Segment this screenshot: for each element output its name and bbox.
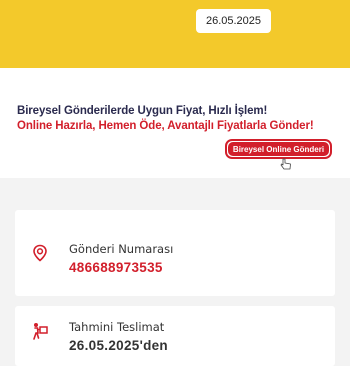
online-shipment-button[interactable]: Bireysel Online Gönderi <box>225 139 332 159</box>
promo-subtitle: Online Hazırla, Hemen Öde, Avantajlı Fiy… <box>17 120 314 132</box>
shipment-number-card <box>15 210 335 296</box>
online-shipment-button-label: Bireysel Online Gönderi <box>228 142 329 156</box>
promo-panel: Bireysel Gönderilerde Uygun Fiyat, Hızlı… <box>0 68 350 178</box>
courier-icon <box>33 323 48 340</box>
promo-title: Bireysel Gönderilerde Uygun Fiyat, Hızlı… <box>17 105 268 117</box>
location-pin-icon <box>33 244 47 262</box>
estimated-delivery-card <box>15 306 335 366</box>
estimated-delivery-value: 26.05.2025'den <box>69 338 168 353</box>
hand-pointer-icon <box>280 158 291 170</box>
shipment-number-value: 486688973535 <box>69 260 163 275</box>
estimated-delivery-label: Tahmini Teslimat <box>69 320 165 334</box>
shipment-number-label: Gönderi Numarası <box>69 242 174 256</box>
date-box: 26.05.2025 <box>196 9 271 33</box>
top-banner <box>0 0 350 68</box>
